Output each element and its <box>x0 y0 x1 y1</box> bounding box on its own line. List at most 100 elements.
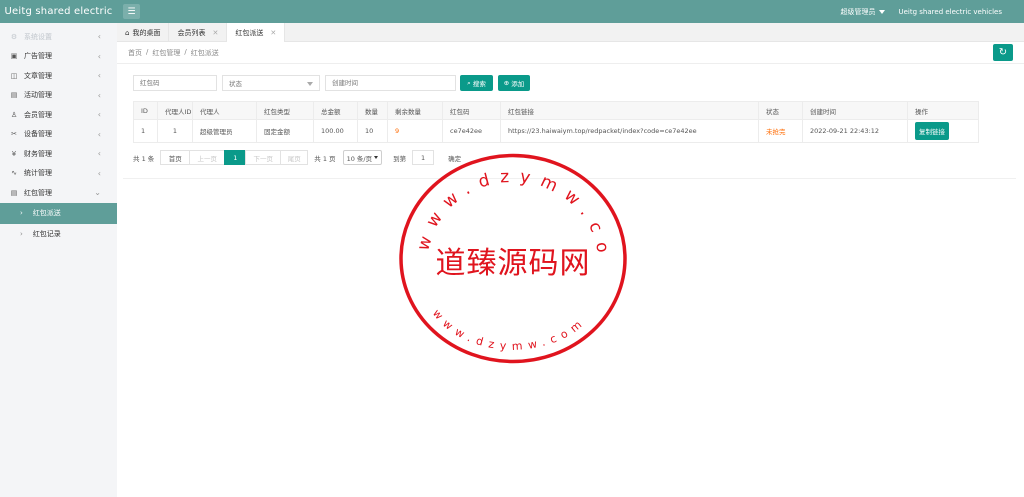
hamburger-icon: ☰ <box>127 6 136 17</box>
add-button-label: 添加 <box>511 80 525 88</box>
pagination-total: 共 1 条 <box>133 154 155 163</box>
sidebar-subitem-redpacket-records[interactable]: › 红包记录 <box>0 224 117 245</box>
sidebar-item-label: 会员管理 <box>24 110 52 119</box>
tab-member-list[interactable]: 会员列表 ✕ <box>169 23 228 42</box>
chevron-left-icon: ‹ <box>97 129 101 139</box>
cell-count: 10 <box>357 119 388 143</box>
col-header: 状态 <box>758 101 803 120</box>
chevron-left-icon: ‹ <box>97 149 101 159</box>
admin-name: 超级管理员 <box>840 7 876 16</box>
site-name-link[interactable]: Ueitg shared electric vehicles <box>899 8 1003 16</box>
chevron-left-icon: ‹ <box>97 51 101 61</box>
breadcrumb-redpacket[interactable]: 红包管理 <box>152 48 180 58</box>
tab-desktop[interactable]: ⌂ 我的桌面 <box>117 23 170 42</box>
cell-link: https://23.haiwaiym.top/redpacket/index?… <box>500 119 759 143</box>
sidebar-subitem-label: 红包派送 <box>32 209 61 217</box>
gift-icon: ▤ <box>10 91 18 100</box>
search-button[interactable]: ⌕ 搜索 <box>460 75 493 91</box>
first-page-button[interactable]: 首页 <box>160 150 191 165</box>
sidebar-item-finance[interactable]: ¥ 财务管理 ‹ <box>0 144 117 164</box>
plus-icon: ⊕ <box>503 79 510 87</box>
cell-action: 复制链接 <box>907 119 979 143</box>
col-header: 代理人ID <box>157 101 193 120</box>
sidebar-item-stats[interactable]: ∿ 统计管理 ‹ <box>0 164 117 184</box>
table-header-row: ID 代理人ID 代理人 红包类型 总金额 数量 剩余数量 红包码 红包链接 状… <box>133 101 979 120</box>
sidebar-subitem-label: 红包记录 <box>32 230 61 238</box>
cell-code: ce7e42ee <box>442 119 501 143</box>
cell-status: 未抢完 <box>758 119 803 143</box>
sidebar-item-members[interactable]: ♙ 会员管理 ‹ <box>0 105 117 125</box>
chevron-down-icon: ⌄ <box>94 188 101 198</box>
stamp-title: 道臻源码网 <box>436 246 591 281</box>
search-icon: ⌕ <box>467 78 471 87</box>
tab-redpacket-send[interactable]: 红包派送 ✕ <box>227 23 286 42</box>
chevron-down-icon <box>374 156 379 159</box>
header-right: 超级管理员 Ueitg shared electric vehicles <box>841 7 1024 17</box>
sidebar: ⚙ 系统设置 ‹ ▣ 广告管理 ‹ ◫ 文章管理 ‹ ▤ 活动管理 ‹ ♙ 会员… <box>0 23 117 497</box>
refresh-button[interactable]: ↻ <box>993 44 1013 61</box>
col-header: 红包类型 <box>256 101 314 120</box>
chevron-left-icon: ‹ <box>97 71 101 81</box>
col-header: 操作 <box>907 101 979 120</box>
image-icon: ▣ <box>10 52 18 61</box>
caret-down-icon <box>878 9 885 14</box>
sidebar-item-devices[interactable]: ✂ 设备管理 ‹ <box>0 125 117 145</box>
close-icon[interactable]: ✕ <box>270 29 276 37</box>
sidebar-item-label: 广告管理 <box>24 52 52 61</box>
sidebar-subitem-redpacket-send[interactable]: › 红包派送 <box>0 202 117 224</box>
sidebar-item-articles[interactable]: ◫ 文章管理 ‹ <box>0 66 117 86</box>
col-header: ID <box>133 101 158 120</box>
sidebar-item-label: 统计管理 <box>24 169 52 178</box>
status-select[interactable]: 状态 <box>222 75 320 91</box>
sidebar-item-redpacket[interactable]: ▤ 红包管理 ⌄ <box>0 183 117 203</box>
prev-page-button[interactable]: 上一页 <box>189 150 226 165</box>
device-icon: ✂ <box>11 130 17 139</box>
home-icon: ⌂ <box>125 28 130 37</box>
per-page-select[interactable]: 10 条/页 <box>342 150 383 165</box>
sidebar-item-label: 系统设置 <box>24 32 52 41</box>
chevron-left-icon: ‹ <box>97 90 101 100</box>
logo: Ueitg shared electric <box>4 6 113 17</box>
breadcrumb-separator: / <box>184 48 187 56</box>
sidebar-item-label: 文章管理 <box>24 71 52 80</box>
cell-agent: 超级管理员 <box>192 119 257 143</box>
tab-bar: ⌂ 我的桌面 会员列表 ✕ 红包派送 ✕ <box>117 23 1024 42</box>
sidebar-item-activities[interactable]: ▤ 活动管理 ‹ <box>0 86 117 106</box>
col-header: 剩余数量 <box>387 101 443 120</box>
created-time-input[interactable] <box>325 75 456 91</box>
col-header: 红包链接 <box>500 101 759 120</box>
tab-label: 红包派送 <box>235 28 264 37</box>
gear-icon: ⚙ <box>10 32 18 41</box>
per-page-value: 10 条/页 <box>346 154 373 163</box>
status-select-placeholder: 状态 <box>229 80 242 88</box>
chevron-right-icon: › <box>20 209 23 217</box>
sidebar-item-system[interactable]: ⚙ 系统设置 ‹ <box>0 27 117 47</box>
close-icon[interactable]: ✕ <box>212 29 218 37</box>
admin-dropdown[interactable]: 超级管理员 <box>841 7 885 17</box>
copy-link-button[interactable]: 复制链接 <box>915 122 949 140</box>
next-page-button[interactable]: 下一页 <box>245 150 282 165</box>
top-header: Ueitg shared electric ☰ 超级管理员 Ueitg shar… <box>0 0 1024 23</box>
redpacket-table: ID 代理人ID 代理人 红包类型 总金额 数量 剩余数量 红包码 红包链接 状… <box>133 101 979 143</box>
menu-toggle-button[interactable]: ☰ <box>123 4 140 19</box>
sidebar-item-label: 活动管理 <box>24 91 52 100</box>
money-icon: ¥ <box>11 149 17 158</box>
last-page-button[interactable]: 尾页 <box>280 150 309 165</box>
col-header: 总金额 <box>313 101 358 120</box>
tab-label: 会员列表 <box>177 28 206 37</box>
page-1-button[interactable]: 1 <box>224 150 247 165</box>
chevron-left-icon: ‹ <box>97 168 101 178</box>
breadcrumb: 首页 / 红包管理 / 红包派送 <box>128 48 219 58</box>
chevron-left-icon: ‹ <box>97 110 101 120</box>
chevron-down-icon <box>307 82 313 86</box>
sidebar-item-ads[interactable]: ▣ 广告管理 ‹ <box>0 47 117 67</box>
sidebar-item-label: 财务管理 <box>24 149 52 158</box>
breadcrumb-current: 红包派送 <box>190 49 219 57</box>
divider <box>117 63 1024 64</box>
breadcrumb-home[interactable]: 首页 <box>128 48 142 58</box>
refresh-icon: ↻ <box>998 47 1008 58</box>
code-input[interactable] <box>133 75 217 91</box>
cell-remaining: 9 <box>387 119 443 143</box>
chevron-left-icon: ‹ <box>97 32 101 42</box>
add-button[interactable]: ⊕ 添加 <box>498 75 530 91</box>
